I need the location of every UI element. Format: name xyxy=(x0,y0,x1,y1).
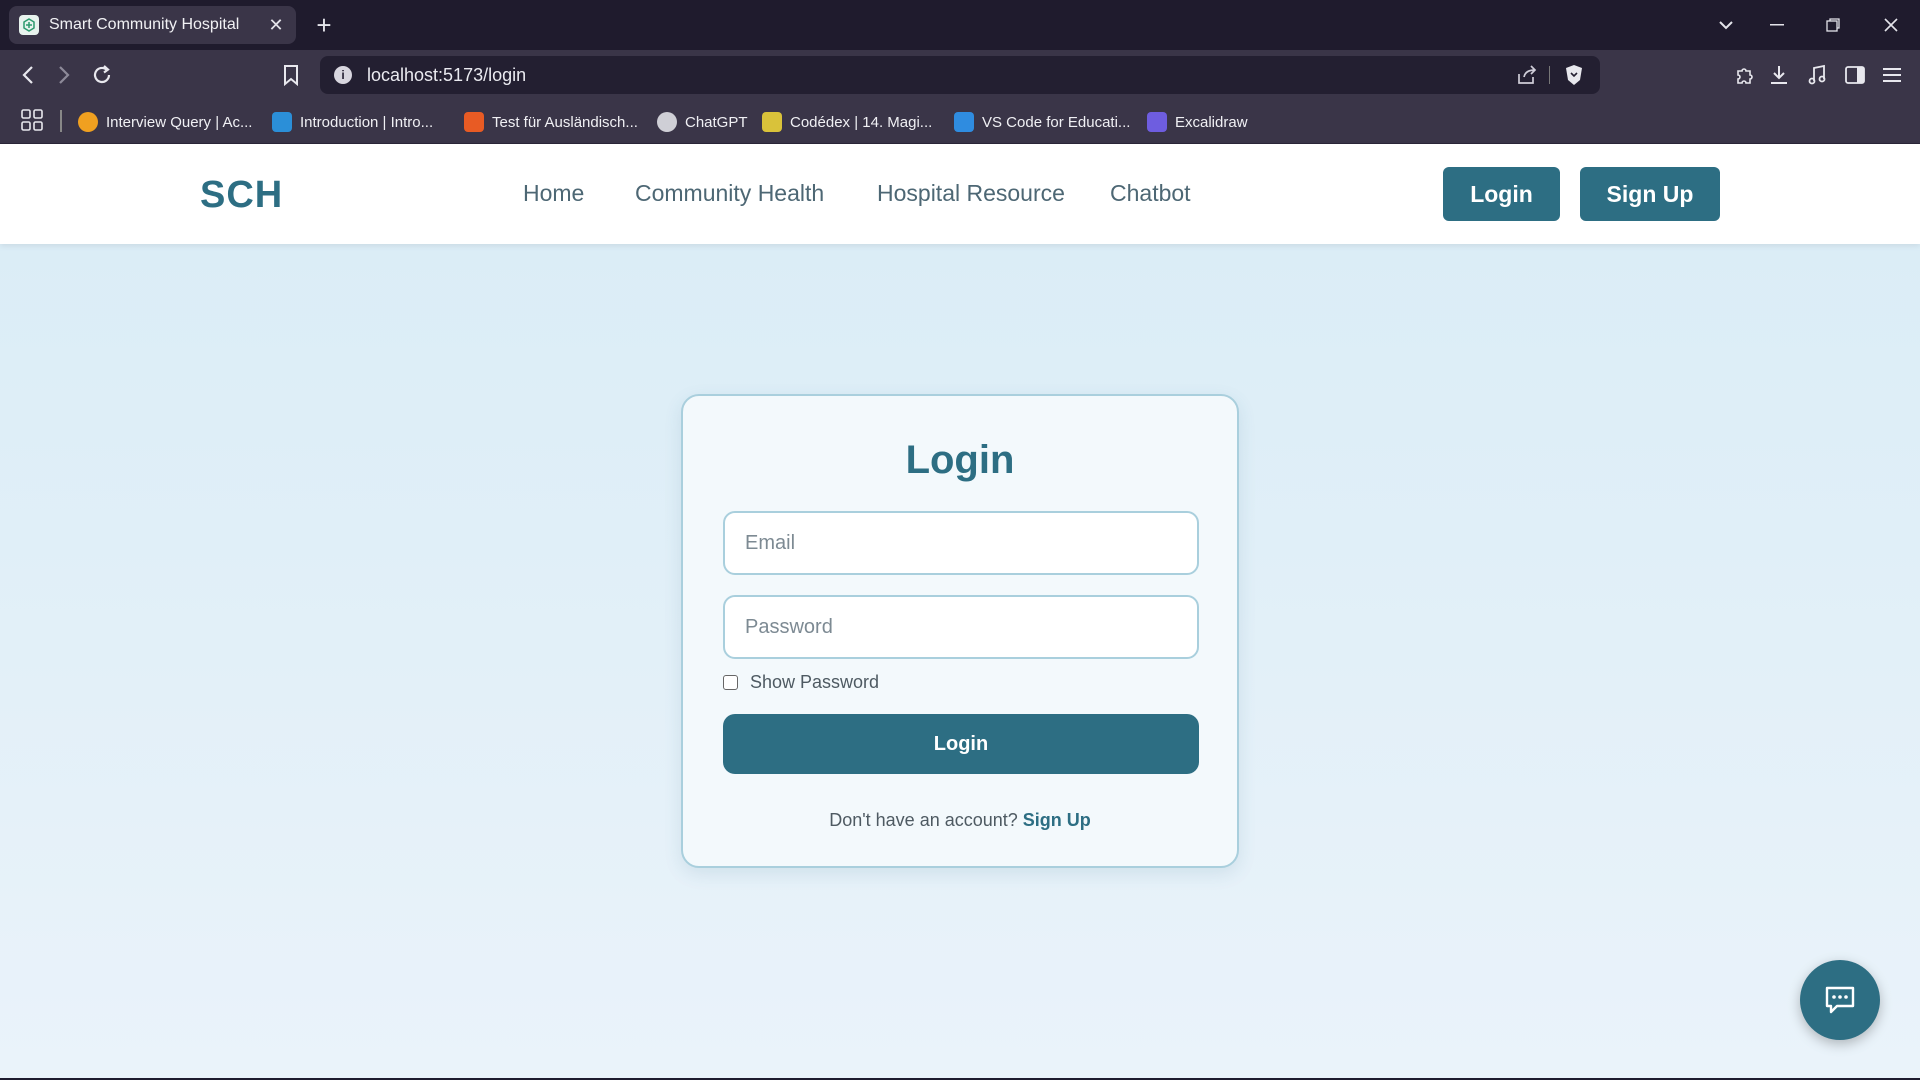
tab-title: Smart Community Hospital xyxy=(49,16,240,33)
bookmark-introduction[interactable]: Introduction | Intro... xyxy=(272,108,433,136)
back-icon[interactable] xyxy=(12,60,44,90)
tab-close-icon[interactable]: ✕ xyxy=(266,15,286,36)
nav-login-button[interactable]: Login xyxy=(1443,167,1560,221)
password-input[interactable] xyxy=(723,595,1199,659)
site-navbar: SCH Home Community Health Hospital Resou… xyxy=(0,144,1920,244)
browser-tab-bar: Smart Community Hospital ✕ + xyxy=(0,0,1920,50)
sidebar-icon[interactable] xyxy=(1839,60,1871,90)
signup-link[interactable]: Sign Up xyxy=(1023,810,1091,830)
chatbot-button[interactable] xyxy=(1800,960,1880,1040)
test-icon xyxy=(464,112,484,132)
chat-bubble-icon xyxy=(1825,986,1855,1014)
vscode-icon xyxy=(954,112,974,132)
extensions-icon[interactable] xyxy=(1729,60,1761,90)
browser-tab[interactable]: Smart Community Hospital ✕ xyxy=(9,6,296,44)
site-logo[interactable]: SCH xyxy=(200,174,283,217)
interview-query-icon xyxy=(78,112,98,132)
omnibox-divider xyxy=(1549,66,1550,84)
apps-grid-icon[interactable] xyxy=(20,108,44,132)
download-icon[interactable] xyxy=(1763,60,1795,90)
login-card: Login Show Password Login Don't have an … xyxy=(681,394,1239,868)
bookmark-test[interactable]: Test für Ausländisch... xyxy=(464,108,638,136)
no-account-text: Don't have an account? xyxy=(829,810,1018,830)
bookmark-chatgpt[interactable]: ChatGPT xyxy=(657,108,748,136)
restore-icon[interactable] xyxy=(1818,10,1848,40)
show-password-checkbox[interactable] xyxy=(723,675,738,690)
reload-icon[interactable] xyxy=(86,60,118,90)
new-tab-icon[interactable]: + xyxy=(313,10,335,40)
signup-prompt: Don't have an account? Sign Up xyxy=(683,810,1237,831)
close-window-icon[interactable] xyxy=(1876,10,1906,40)
media-icon[interactable] xyxy=(1801,60,1833,90)
bookmark-label: Test für Ausländisch... xyxy=(492,113,638,131)
hospital-favicon-icon xyxy=(19,15,39,35)
nav-link-chatbot[interactable]: Chatbot xyxy=(1110,180,1191,207)
bookmark-codedex[interactable]: Codédex | 14. Magi... xyxy=(762,108,932,136)
chatgpt-icon xyxy=(657,112,677,132)
bookmark-interview-query[interactable]: Interview Query | Ac... xyxy=(78,108,252,136)
email-input[interactable] xyxy=(723,511,1199,575)
login-submit-button[interactable]: Login xyxy=(723,714,1199,774)
minimize-icon[interactable] xyxy=(1762,10,1792,40)
excalidraw-icon xyxy=(1147,112,1167,132)
bookmark-label: VS Code for Educati... xyxy=(982,113,1131,131)
share-icon[interactable] xyxy=(1516,64,1538,91)
bookmark-label: Introduction | Intro... xyxy=(300,113,434,131)
page-content: SCH Home Community Health Hospital Resou… xyxy=(0,144,1920,1078)
brave-shield-icon[interactable] xyxy=(1564,64,1584,91)
intro-icon xyxy=(272,112,292,132)
tab-search-chevron-icon[interactable] xyxy=(1711,10,1741,40)
bookmark-label: ChatGPT xyxy=(685,113,748,131)
show-password-label: Show Password xyxy=(750,672,880,692)
url-text[interactable]: localhost:5173/login xyxy=(367,56,526,94)
nav-link-hospital-resource[interactable]: Hospital Resource xyxy=(877,180,1065,207)
bookmark-excalidraw[interactable]: Excalidraw xyxy=(1147,108,1248,136)
bookmark-vscode[interactable]: VS Code for Educati... xyxy=(954,108,1130,136)
bookmark-label: Interview Query | Ac... xyxy=(106,113,253,131)
site-info-icon[interactable]: i xyxy=(334,66,352,84)
forward-icon[interactable] xyxy=(48,60,80,90)
bookmarks-divider xyxy=(60,110,62,132)
nav-link-community-health[interactable]: Community Health xyxy=(635,180,824,207)
login-title: Login xyxy=(905,438,1015,482)
nav-signup-button[interactable]: Sign Up xyxy=(1580,167,1720,221)
bookmark-icon[interactable] xyxy=(275,60,307,90)
address-bar[interactable]: i localhost:5173/login xyxy=(320,56,1600,94)
menu-icon[interactable] xyxy=(1876,60,1908,90)
bookmark-label: Codédex | 14. Magi... xyxy=(790,113,933,131)
show-password-toggle[interactable]: Show Password xyxy=(723,672,879,693)
bookmark-label: Excalidraw xyxy=(1175,113,1248,131)
codedex-icon xyxy=(762,112,782,132)
nav-link-home[interactable]: Home xyxy=(523,180,584,207)
